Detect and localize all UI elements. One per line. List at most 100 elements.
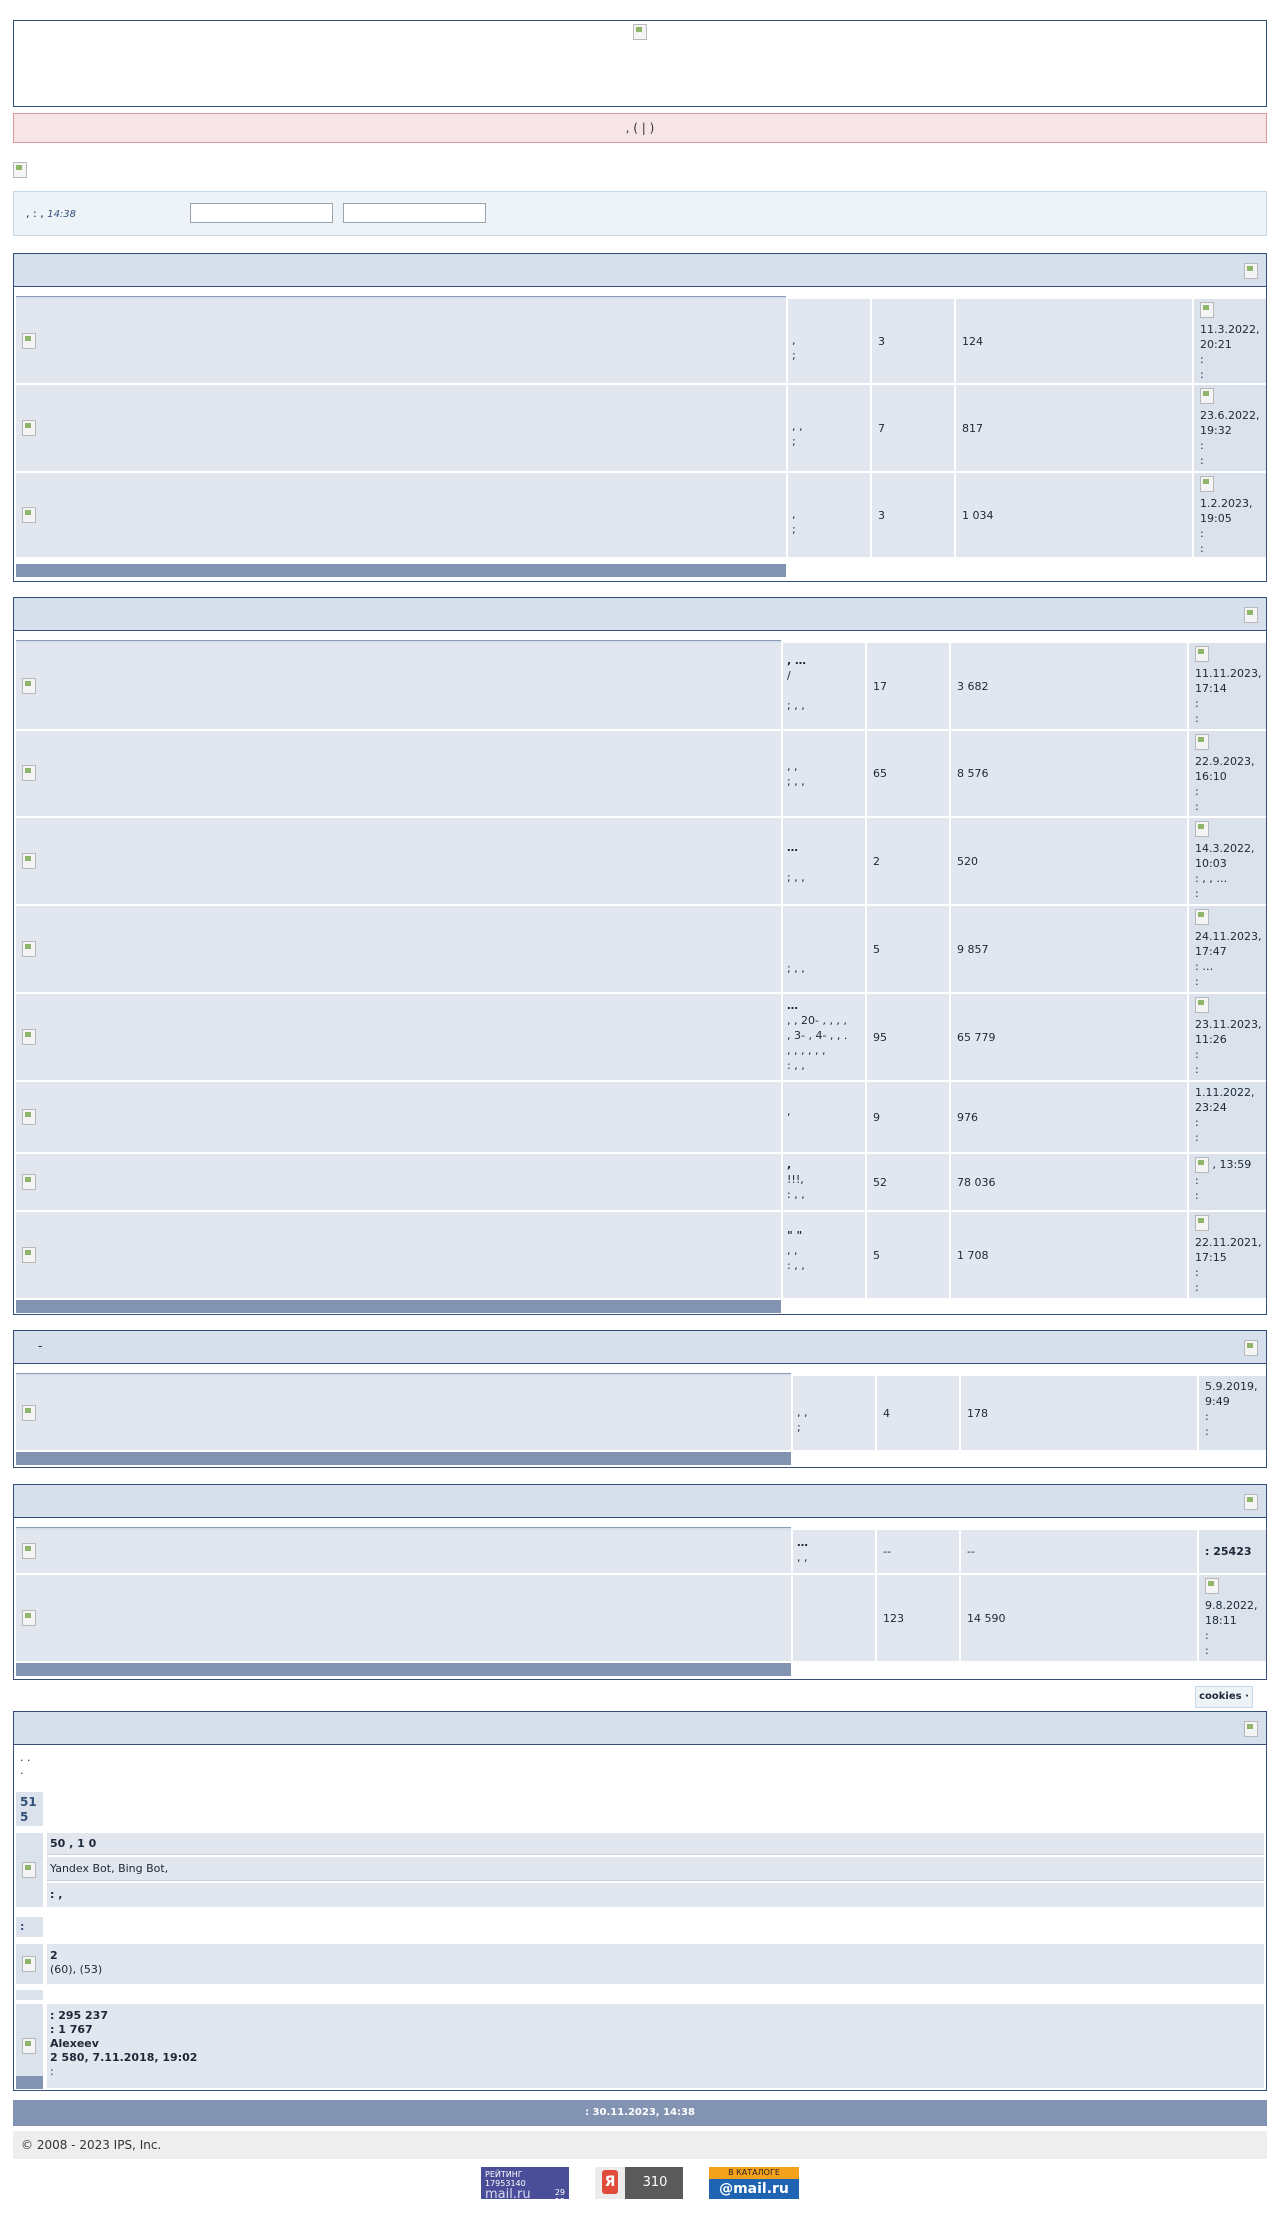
last-post-info[interactable]: 22.9.2023, 16:10 : : [1189,731,1266,816]
forum-description: , ; [788,299,870,383]
mailru-rating-n2: 13 [554,2197,565,2206]
last-post-text: 23.6.2022, 19:32 : : [1200,409,1260,467]
forum-row-name[interactable] [16,994,781,1080]
mailru-catalog-counter[interactable]: В КАТАЛОГЕ @mail.ru [709,2167,799,2199]
topics-count: 52 [867,1154,949,1210]
active-users-badge: 51 5 [16,1792,43,1826]
forum-row-name[interactable] [16,1212,781,1298]
last-post-text: 5.9.2019, 9:49 : : [1205,1380,1258,1438]
posts-count: 1 708 [951,1212,1187,1298]
topics-count: -- [877,1530,959,1573]
forum-row-name[interactable] [16,1530,791,1573]
topics-count: 4 [877,1376,959,1450]
posts-count: 520 [951,818,1187,904]
last-post-icon [1195,646,1209,662]
forum-name[interactable]: … [797,1536,808,1549]
newest-member[interactable]: Alexeev [50,2037,1264,2051]
forum-desc-text: / ; , , [787,669,805,712]
last-post-info[interactable]: 11.3.2022, 20:21 : : [1194,299,1266,383]
posts-count: 8 576 [951,731,1187,816]
forum-status-icon [22,333,36,349]
forum-row-name[interactable] [16,906,781,992]
birthday-label: : [16,1917,43,1937]
topics-count: 65 [867,731,949,816]
collapse-icon[interactable] [1244,1494,1258,1510]
topics-count: 5 [867,906,949,992]
last-post-info[interactable]: 14.3.2022, 10:03 : , , … : [1189,818,1266,904]
forum-row-name[interactable] [16,731,781,816]
last-post-info[interactable]: 24.11.2023, 17:47 : … : [1189,906,1266,992]
category-header [14,254,1266,287]
last-post-text: 22.11.2021, 17:15 : : [1195,1236,1262,1294]
forum-row-name[interactable] [16,299,786,383]
yandex-counter[interactable]: Я 310 [595,2167,683,2199]
forum-category: , ; 3 124 11.3.2022, 20:21 : : , , ; 7 8… [13,253,1267,582]
last-post-info[interactable]: 11.11.2023, 17:14 : : [1189,643,1266,729]
forum-desc-text: !!!, : , , [787,1173,805,1201]
collapse-icon[interactable] [1244,1340,1258,1356]
forum-row-name[interactable] [16,1376,791,1450]
last-post-icon [1195,1215,1209,1231]
forum-row-name[interactable] [16,818,781,904]
users-icon [22,1862,36,1878]
forum-category: - , , ; 4 178 5.9.2019, 9:49 : : [13,1330,1267,1468]
last-post-info[interactable]: 23.6.2022, 19:32 : : [1194,385,1266,471]
forum-name[interactable]: , … [787,654,806,667]
login-username-input[interactable] [190,203,333,223]
forum-row-name[interactable] [16,1575,791,1661]
stats-icon [22,2038,36,2054]
topics-count: 3 [872,299,954,383]
forum-desc-text: , , [797,1551,808,1564]
banner-image[interactable] [13,162,27,178]
last-post-info[interactable]: 22.11.2021, 17:15 : : [1189,1212,1266,1298]
forum-name[interactable]: " " [787,1229,802,1242]
delete-cookies-button[interactable]: cookies · [1195,1686,1253,1708]
topics-count: 5 [867,1212,949,1298]
category-title[interactable]: - [38,1339,42,1353]
last-post-info[interactable]: 5.9.2019, 9:49 : : [1199,1376,1266,1450]
forum-description: … ; , , [783,818,865,904]
forum-row-name[interactable] [16,643,781,729]
last-post-info[interactable]: 23.11.2023, 11:26 : : [1189,994,1266,1080]
posts-count: -- [961,1530,1197,1573]
collapse-icon[interactable] [1244,1721,1258,1737]
forum-description: , !!!, : , , [783,1154,865,1210]
forum-name[interactable]: … [787,999,798,1012]
forum-name[interactable]: … [787,841,798,854]
posts-count: 976 [951,1082,1187,1152]
collapse-icon[interactable] [1244,607,1258,623]
last-post-info[interactable]: , 13:59 : : [1189,1154,1266,1210]
mailru-rating-counter[interactable]: РЕЙТИНГ 17953140 mail.ru 29 13 [481,2167,569,2206]
forum-row-name[interactable] [16,1082,781,1152]
current-time: 14:38 [47,209,77,220]
forum-description: ; , , [783,906,865,992]
record-online: 2 580, 7.11.2018, 19:02 [50,2051,198,2064]
topics-count: 95 [867,994,949,1080]
forum-status-icon [22,1109,36,1125]
forum-row-name[interactable] [16,385,786,471]
active-users-icon-cell [16,1833,43,1907]
forum-description: , ; [788,473,870,557]
total-posts: : 295 237 [50,2009,108,2022]
last-post-info[interactable]: 1.2.2023, 19:05 : : [1194,473,1266,557]
posts-count: 9 857 [951,906,1187,992]
collapse-icon[interactable] [1244,263,1258,279]
category-footer [16,1663,791,1676]
online-count: 50 , 1 0 [47,1833,1264,1855]
last-post-text: 14.3.2022, 10:03 : , , … : [1195,842,1255,900]
login-password-input[interactable] [343,203,486,223]
forum-desc-text: ; , , [787,871,805,884]
last-post-info[interactable]: 1.11.2022, 23:24 : : [1189,1082,1266,1152]
forum-status-icon [22,678,36,694]
forum-desc-text: ; , , [787,962,805,975]
last-post-icon [1195,821,1209,837]
posts-count: 817 [956,385,1192,471]
logo-image[interactable] [633,24,647,40]
category-footer [16,1300,781,1313]
posts-count: 3 682 [951,643,1187,729]
forum-row-name[interactable] [16,473,786,557]
forum-row-name[interactable] [16,1154,781,1210]
forum-name[interactable]: , [787,1158,791,1171]
last-post-info[interactable]: 9.8.2022, 18:11 : : [1199,1575,1266,1661]
yandex-logo-icon: Я [595,2167,625,2199]
